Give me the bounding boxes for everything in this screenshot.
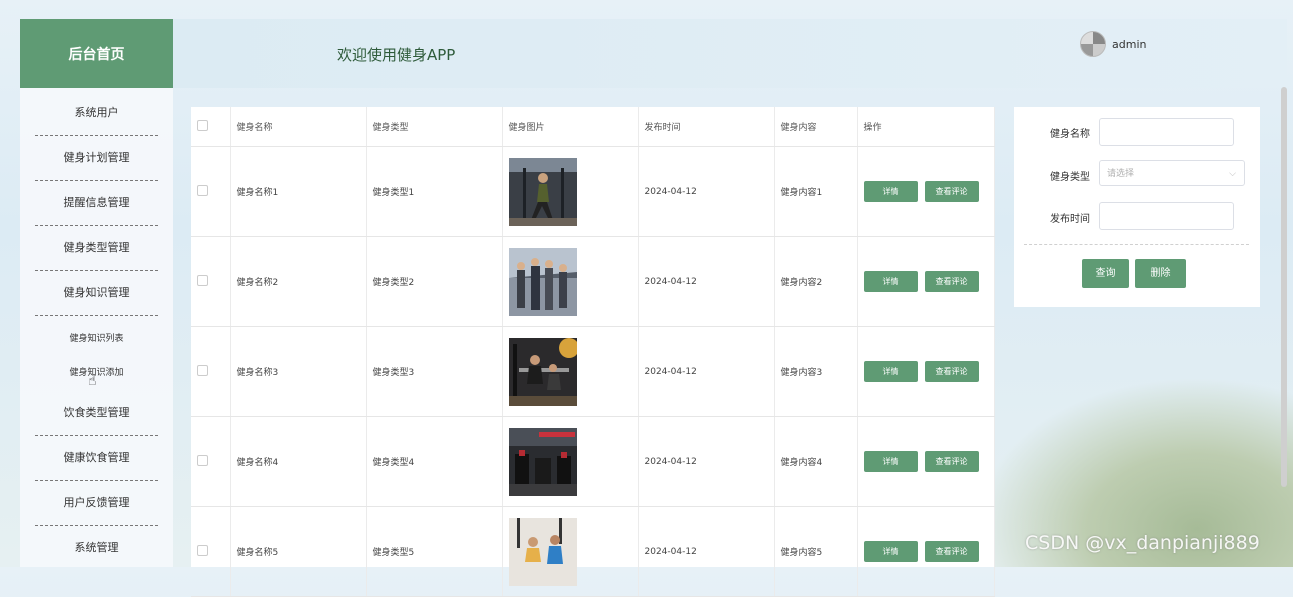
date-filter-label: 发布时间 (1050, 214, 1090, 225)
fitness-content-cell: 健身内容4 (774, 416, 858, 507)
name-filter-label: 健身名称 (1050, 129, 1090, 140)
publish-date-cell: 2024-04-12 (638, 146, 775, 237)
row-checkbox[interactable] (197, 454, 208, 466)
detail-button[interactable]: 详情 (863, 451, 918, 472)
fitness-type-cell: 健身类型4 (366, 416, 503, 507)
row-checkbox[interactable] (197, 544, 208, 556)
sidebar-item-feedback[interactable]: 用户反馈管理 (35, 481, 158, 526)
table-row: 健身名称3 健身类型3 2024-04-12 健身内容3 详情 查看评论 (191, 326, 995, 417)
type-filter-label: 健身类型 (1050, 172, 1090, 183)
table-row: 健身名称1 健身类型1 2024-04-12 健身内容1 详情 查看评论 (191, 146, 995, 237)
avatar (1080, 31, 1106, 57)
name-filter-input[interactable] (1099, 118, 1234, 146)
table-row: 健身名称4 健身类型4 2024-04-12 健身内容4 详情 查看评论 (191, 416, 995, 507)
select-all-cell[interactable] (191, 107, 231, 147)
table-row: 健身名称5 健身类型5 2024-04-12 健身内容5 详情 查看评论 (191, 506, 995, 597)
fitness-name-cell: 健身名称4 (230, 416, 367, 507)
fitness-photo (508, 337, 577, 406)
welcome-text: 欢迎使用健身APP (337, 46, 456, 64)
publish-date-cell: 2024-04-12 (638, 416, 775, 507)
delete-button[interactable]: 删除 (1135, 259, 1186, 288)
fitness-name-cell: 健身名称3 (230, 326, 367, 417)
row-checkbox[interactable] (197, 184, 208, 196)
sidebar-item-diet-types[interactable]: 饮食类型管理 (35, 391, 158, 436)
data-table: 健身名称 健身类型 健身图片 发布时间 健身内容 操作 健身名称1 健身类型1 … (191, 107, 995, 597)
column-header: 健身名称 (230, 107, 367, 147)
view-reviews-button[interactable]: 查看评论 (924, 181, 979, 202)
view-reviews-button[interactable]: 查看评论 (924, 541, 979, 562)
scrollbar[interactable] (1281, 87, 1287, 487)
view-reviews-button[interactable]: 查看评论 (924, 271, 979, 292)
select-all-checkbox[interactable] (197, 119, 208, 131)
user-menu[interactable]: admin (1080, 31, 1146, 57)
table-header-row: 健身名称 健身类型 健身图片 发布时间 健身内容 操作 (191, 107, 995, 147)
fitness-type-cell: 健身类型1 (366, 146, 503, 237)
publish-date-cell: 2024-04-12 (638, 236, 775, 327)
column-header: 发布时间 (638, 107, 775, 147)
column-header: 健身内容 (774, 107, 858, 147)
fitness-type-cell: 健身类型5 (366, 506, 503, 597)
detail-button[interactable]: 详情 (863, 271, 918, 292)
type-filter-select[interactable]: 请选择 ⌵ (1099, 160, 1245, 186)
sidebar-item-system-management[interactable]: 系统管理 (35, 526, 158, 570)
detail-button[interactable]: 详情 (863, 541, 918, 562)
detail-button[interactable]: 详情 (863, 181, 918, 202)
fitness-name-cell: 健身名称5 (230, 506, 367, 597)
sidebar-item-system-users[interactable]: 系统用户 (35, 91, 158, 136)
row-checkbox[interactable] (197, 274, 208, 286)
detail-button[interactable]: 详情 (863, 361, 918, 382)
fitness-photo (508, 247, 577, 316)
search-panel: 健身名称 健身类型 请选择 ⌵ 发布时间 查询 删除 (1014, 107, 1260, 307)
column-header: 操作 (857, 107, 995, 147)
fitness-content-cell: 健身内容3 (774, 326, 858, 417)
fitness-type-cell: 健身类型3 (366, 326, 503, 417)
fitness-content-cell: 健身内容2 (774, 236, 858, 327)
hand-cursor-icon: ☝ (88, 373, 97, 389)
publish-date-cell: 2024-04-12 (638, 326, 775, 417)
fitness-photo (508, 517, 577, 586)
fitness-type-cell: 健身类型2 (366, 236, 503, 327)
date-filter-input[interactable] (1099, 202, 1234, 230)
view-reviews-button[interactable]: 查看评论 (924, 451, 979, 472)
username: admin (1112, 37, 1147, 51)
sidebar-item-fitness-plans[interactable]: 健身计划管理 (35, 136, 158, 181)
fitness-photo (508, 157, 577, 226)
publish-date-cell: 2024-04-12 (638, 506, 775, 597)
home-link[interactable]: 后台首页 (20, 19, 173, 88)
column-header: 健身类型 (366, 107, 503, 147)
sidebar-item-fitness-knowledge[interactable]: 健身知识管理 (35, 271, 158, 316)
sidebar-subitem-knowledge-list[interactable]: 健身知识列表 (35, 331, 158, 344)
query-button[interactable]: 查询 (1082, 259, 1129, 288)
table-row: 健身名称2 健身类型2 2024-04-12 健身内容2 详情 查看评论 (191, 236, 995, 327)
fitness-content-cell: 健身内容5 (774, 506, 858, 597)
fitness-content-cell: 健身内容1 (774, 146, 858, 237)
divider (1024, 244, 1249, 245)
fitness-photo (508, 427, 577, 496)
sidebar-item-reminders[interactable]: 提醒信息管理 (35, 181, 158, 226)
type-filter-placeholder: 请选择 (1107, 169, 1135, 179)
chevron-down-icon: ⌵ (1229, 169, 1236, 179)
fitness-name-cell: 健身名称1 (230, 146, 367, 237)
column-header: 健身图片 (502, 107, 639, 147)
row-checkbox[interactable] (197, 364, 208, 376)
view-reviews-button[interactable]: 查看评论 (924, 361, 979, 382)
sidebar-item-healthy-diet[interactable]: 健康饮食管理 (35, 436, 158, 481)
fitness-name-cell: 健身名称2 (230, 236, 367, 327)
sidebar-item-fitness-types[interactable]: 健身类型管理 (35, 226, 158, 271)
watermark: CSDN @vx_danpianji889 (1025, 532, 1260, 554)
